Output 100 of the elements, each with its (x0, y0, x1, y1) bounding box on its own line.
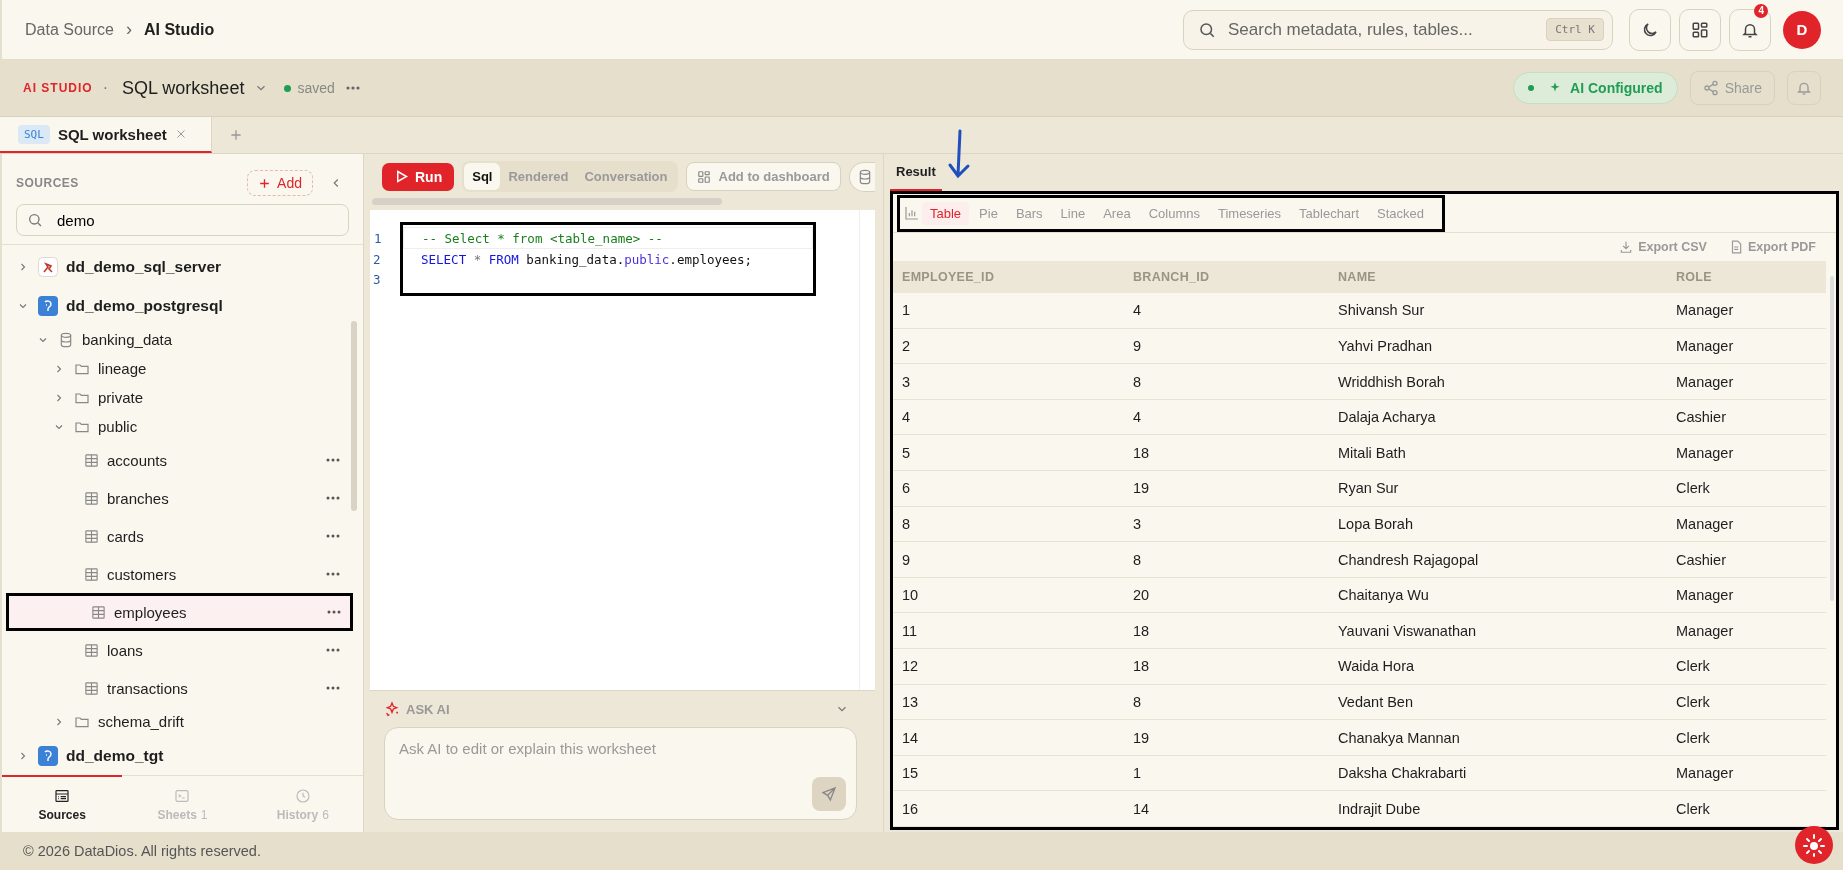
search-field[interactable]: Search metadata, rules, tables... (1226, 9, 1537, 50)
table-cell-text: Dalaja Acharya (1337, 409, 1437, 426)
table-cell-text: Indrajit Dube (1337, 800, 1422, 817)
table-cell-text: Manager (1675, 338, 1735, 354)
table-cell-text: 5 (901, 444, 912, 461)
table-cell-text: 4 (901, 409, 912, 426)
tree-item[interactable]: dd_demo_tgt (2, 736, 349, 775)
table-cell-text: 9 (1132, 338, 1143, 354)
table-cell-text: 1 (1132, 765, 1143, 782)
table-cell-text: Cashier (1675, 409, 1727, 426)
chart-type-tab[interactable]: Table (922, 201, 970, 225)
tree-item[interactable]: private (2, 383, 349, 412)
table-cell-text: 4 (1132, 409, 1143, 426)
column-header: NAME (1337, 270, 1377, 285)
chart-type-tab[interactable]: Columns (1140, 201, 1208, 225)
chart-type-tab[interactable]: Stacked (1369, 201, 1432, 225)
table-cell-text: 18 (1132, 444, 1151, 461)
breadcrumb-separator: › (125, 19, 132, 40)
tree-item[interactable]: loans (2, 631, 349, 669)
notification-count: 4 (1754, 3, 1768, 18)
tab-label: SQL worksheet (57, 125, 167, 143)
table-cell-text: Manager (1675, 622, 1735, 639)
worksheet-title[interactable]: SQL worksheet (122, 77, 245, 99)
table-cell-text: Manager (1675, 587, 1735, 604)
table-cell-text: Manager (1675, 373, 1735, 390)
search-box[interactable]: Search metadata, rules, tables... Ctrl K (1183, 9, 1613, 50)
tree-item[interactable]: public (2, 412, 349, 441)
add-source-button[interactable]: Add (247, 170, 313, 196)
table-cell-text: Clerk (1675, 693, 1711, 710)
user-avatar[interactable]: D (1783, 10, 1821, 49)
table-cell-text: Daksha Chakrabarti (1337, 765, 1468, 782)
table-cell-text: 8 (1132, 551, 1143, 568)
sources-heading: SOURCES (16, 176, 79, 190)
table-cell-text: Yahvi Pradhan (1337, 338, 1434, 354)
table-cell-text: Vedant Ben (1337, 693, 1414, 710)
tree-item[interactable]: schema_drift (2, 707, 349, 736)
table-cell-text: Chandresh Rajagopal (1337, 551, 1480, 568)
code-line: -- Select * from <table_name> -- (422, 230, 663, 246)
chart-type-tab[interactable]: Bars (1007, 201, 1051, 225)
line-number: 3 (373, 271, 382, 287)
table-cell-text: Clerk (1675, 800, 1711, 817)
ask-ai-field[interactable]: Ask AI to edit or explain this worksheet (385, 728, 856, 819)
table-cell-text: 2 (901, 338, 912, 354)
column-header: EMPLOYEE_ID (901, 270, 996, 285)
table-cell-text: Clerk (1675, 658, 1711, 675)
table-cell-text: Waida Hora (1337, 658, 1416, 675)
table-cell-text: Manager (1675, 765, 1735, 782)
table-cell-text: 9 (901, 551, 912, 568)
table-cell-text: 20 (1132, 587, 1151, 604)
table-cell-text: Clerk (1675, 480, 1711, 497)
shortcut-hint: Ctrl K (1546, 18, 1604, 41)
column-header: ROLE (1675, 270, 1713, 285)
tree-item[interactable]: dd_demo_postgresql (2, 286, 349, 325)
table-cell-text: Cashier (1675, 551, 1727, 568)
table-cell-text: 15 (901, 765, 920, 782)
tree-item[interactable]: cards (2, 517, 349, 555)
sql-badge: SQL (18, 124, 50, 144)
worksheet-tab[interactable]: SQL SQL worksheet (0, 117, 212, 153)
table-cell-text: Yauvani Viswanathan (1337, 622, 1478, 639)
tree-item[interactable]: transactions (2, 669, 349, 707)
table-cell-text: Clerk (1675, 729, 1711, 746)
table-cell-text: Manager (1675, 444, 1735, 461)
view-mode-tab[interactable]: Sql (464, 163, 501, 190)
line-number: 1 (374, 230, 383, 246)
table-cell-text: 6 (901, 480, 912, 497)
code-line: SELECT * FROM banking_data.public.employees; (421, 251, 753, 267)
table-cell-text: 8 (901, 515, 912, 532)
table-cell-text: 1 (901, 302, 912, 319)
source-search-box[interactable]: demo (16, 204, 349, 236)
table-cell-text: 12 (901, 658, 920, 675)
table-cell-text: Chaitanya Wu (1337, 587, 1430, 604)
table-cell-text: 8 (1132, 693, 1143, 710)
table-cell-text: 11 (901, 622, 919, 639)
chart-type-tab[interactable]: Pie (971, 201, 1006, 225)
tree-item[interactable]: accounts (2, 441, 349, 479)
ai-status-badge: AI Configured (1513, 72, 1678, 104)
table-cell-text: Mitali Bath (1337, 444, 1407, 461)
table-cell-text: 19 (1132, 729, 1151, 746)
run-button[interactable]: Run (382, 162, 455, 191)
source-search-field[interactable]: demo (55, 204, 338, 236)
tree-item[interactable]: banking_data (2, 325, 349, 354)
table-cell-text: 3 (901, 373, 912, 390)
line-number: 2 (373, 251, 382, 267)
table-cell-text: 4 (1132, 302, 1143, 319)
separator-dot: · (102, 79, 108, 97)
tree-item[interactable]: employees (6, 593, 353, 631)
column-header: BRANCH_ID (1132, 270, 1211, 285)
table-cell-text: 13 (901, 693, 920, 710)
table-cell-text: Shivansh Sur (1337, 302, 1426, 319)
table-cell-text: Manager (1675, 302, 1735, 319)
table-cell-text: 16 (901, 800, 920, 817)
ask-ai-heading: ASK AI (406, 701, 450, 717)
tree-item[interactable]: customers (2, 555, 349, 593)
tree-item[interactable]: dd_demo_sql_server (2, 247, 349, 286)
table-cell-text: Ryan Sur (1337, 480, 1400, 497)
table-cell-text: 14 (901, 729, 920, 746)
tree-item[interactable]: lineage (2, 354, 349, 383)
table-cell-text: 3 (1132, 515, 1143, 532)
breadcrumb-link[interactable]: Data Source (25, 20, 114, 39)
tree-item[interactable]: branches (2, 479, 349, 517)
